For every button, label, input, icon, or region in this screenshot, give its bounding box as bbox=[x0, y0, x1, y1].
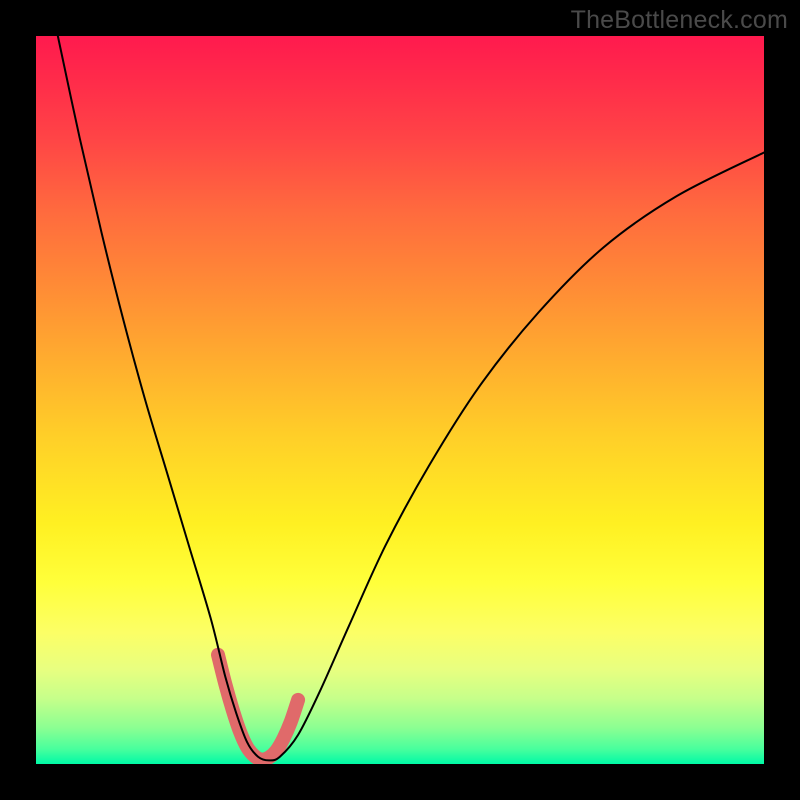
chart-frame: TheBottleneck.com bbox=[0, 0, 800, 800]
plot-area bbox=[36, 36, 764, 764]
highlight-segment bbox=[218, 655, 298, 760]
bottleneck-curve bbox=[58, 36, 764, 760]
curve-layer bbox=[36, 36, 764, 764]
watermark-text: TheBottleneck.com bbox=[571, 6, 788, 35]
